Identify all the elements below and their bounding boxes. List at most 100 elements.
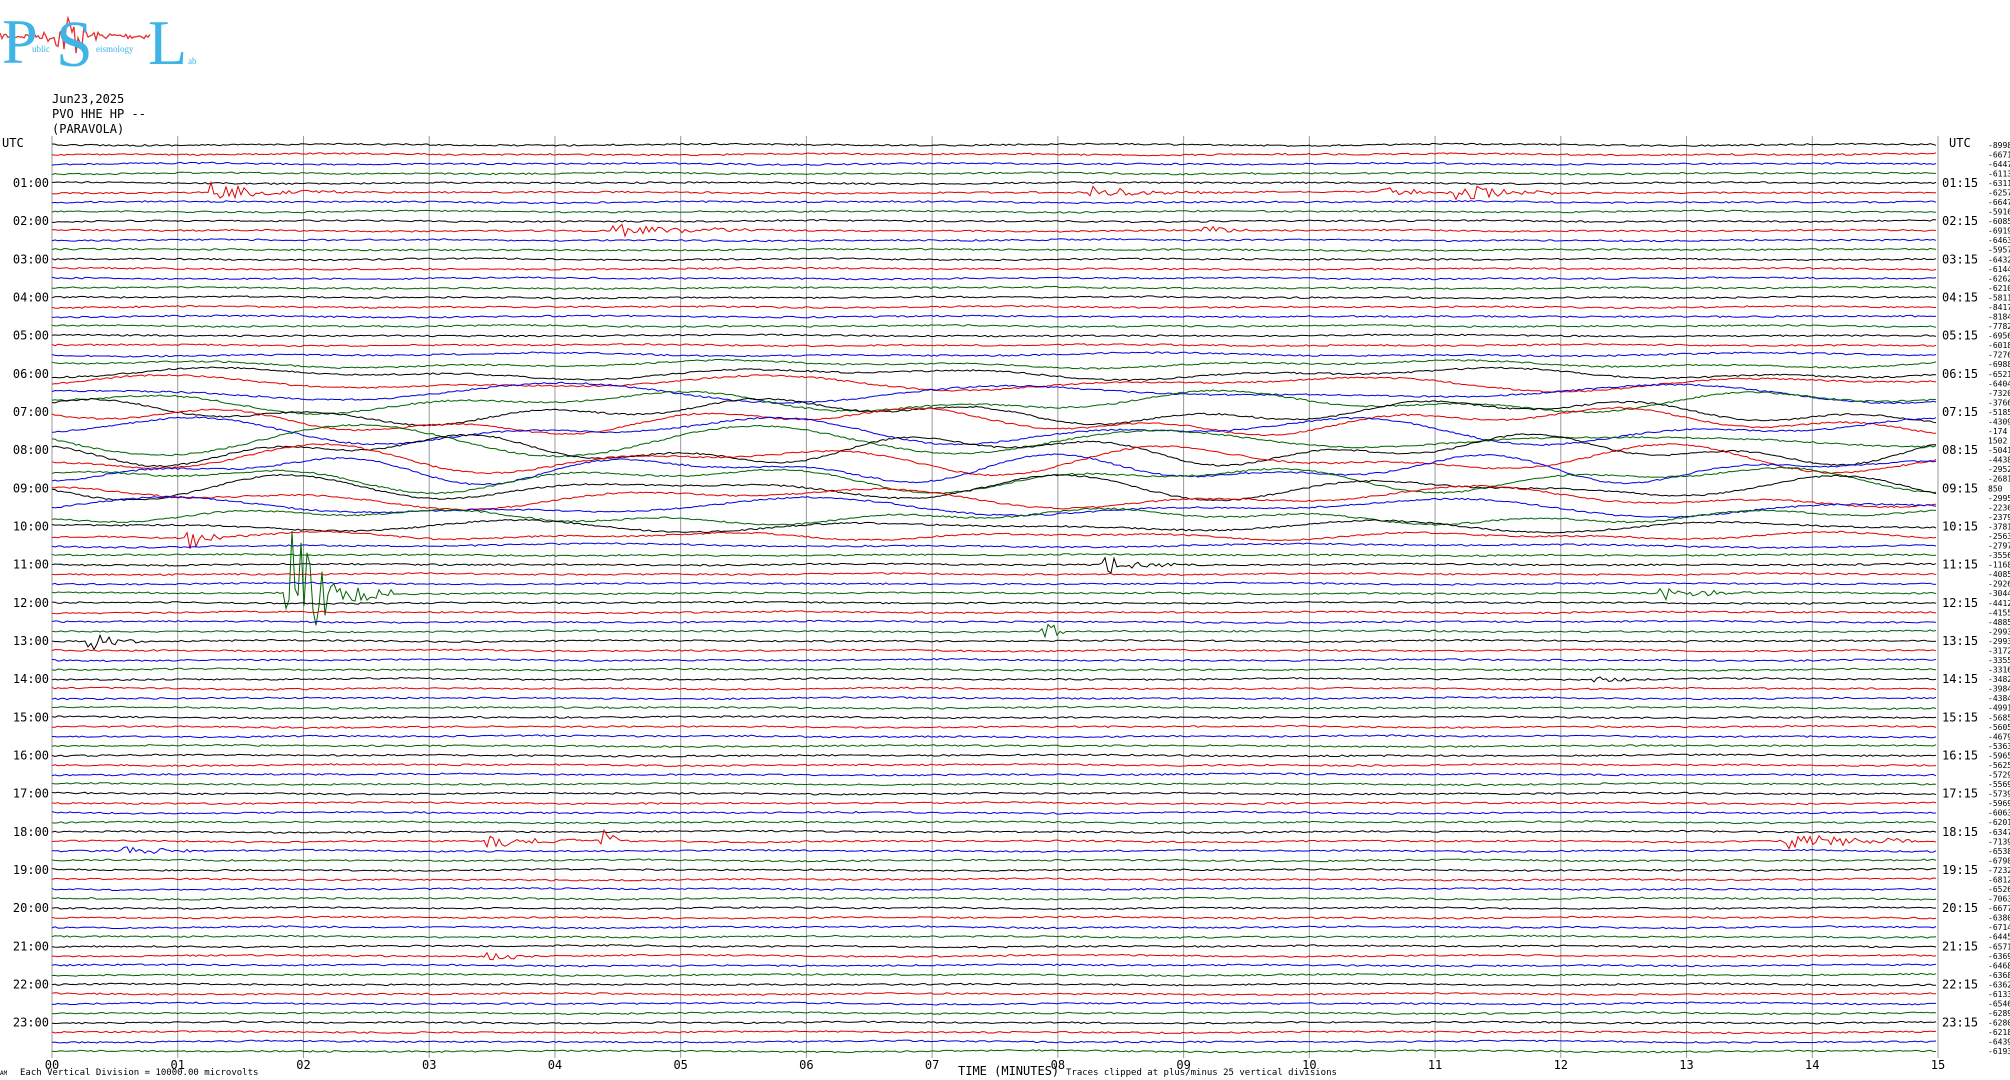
logo-subtext-3: ab xyxy=(188,56,197,66)
trace-row xyxy=(51,1030,1937,1035)
row-offset-label: -6210 xyxy=(1988,284,2010,293)
trace-row xyxy=(51,304,1937,309)
trace-row xyxy=(51,366,1937,382)
row-offset-label: -6468 xyxy=(1988,961,2010,970)
row-offset-label: -2993 xyxy=(1988,637,2010,646)
trace-row xyxy=(51,600,1937,605)
hour-label-left: 11:00 xyxy=(13,558,49,572)
x-tick-label: 14 xyxy=(1805,1058,1819,1072)
scale-note: Each Vertical Division = 10000.00 microv… xyxy=(20,1068,259,1078)
trace-row xyxy=(51,829,1937,834)
row-offset-label: -4384 xyxy=(1988,694,2010,703)
x-tick-label: 04 xyxy=(548,1058,562,1072)
trace-row xyxy=(51,676,1937,683)
trace-row xyxy=(51,314,1937,319)
hour-label-right: 04:15 xyxy=(1942,290,1978,304)
x-tick-label: 03 xyxy=(422,1058,436,1072)
row-offset-label: -4438 xyxy=(1988,456,2010,465)
psl-logo: P S L ublic eismology ab xyxy=(0,6,197,72)
hour-label-left: 10:00 xyxy=(13,519,49,533)
row-offset-label: -6521 xyxy=(1988,370,2010,379)
row-offset-label: -3172 xyxy=(1988,646,2010,655)
trace-row xyxy=(51,180,1937,186)
row-offset-label: -5685 xyxy=(1988,713,2010,722)
trace-row xyxy=(51,351,1937,358)
trace-row xyxy=(51,276,1937,281)
hour-label-left: 15:00 xyxy=(13,710,49,724)
row-offset-label: -6463 xyxy=(1988,236,2010,245)
row-offset-label: -6369 xyxy=(1988,952,2010,961)
row-offset-label: -6311 xyxy=(1988,179,2010,188)
trace-row xyxy=(51,753,1937,758)
hour-label-right: 22:15 xyxy=(1942,977,1978,991)
row-offset-label: -7320 xyxy=(1988,389,2010,398)
hour-label-right: 01:15 xyxy=(1942,176,1978,190)
trace-row xyxy=(51,772,1937,777)
header-location: (PARAVOLA) xyxy=(52,122,125,136)
trace-row xyxy=(51,542,1937,549)
row-offset-label: -5041 xyxy=(1988,446,2010,455)
hour-label-left: 07:00 xyxy=(13,405,49,419)
hour-label-right: 23:15 xyxy=(1942,1016,1978,1030)
trace-row xyxy=(51,556,1937,574)
row-offset-label: -6133 xyxy=(1988,990,2010,999)
row-offset-label: -3316 xyxy=(1988,666,2010,675)
trace-row xyxy=(51,944,1937,949)
row-offset-label: -4309 xyxy=(1988,417,2010,426)
row-offset-label: -6671 xyxy=(1988,150,2010,159)
trace-row xyxy=(51,553,1937,557)
hour-label-left: 14:00 xyxy=(13,672,49,686)
trace-row xyxy=(51,238,1937,243)
row-offset-label: -7276 xyxy=(1988,351,2010,360)
hour-label-left: 12:00 xyxy=(13,596,49,610)
row-offset-label: -6113 xyxy=(1988,169,2010,178)
logo-letter-l: L xyxy=(148,7,187,72)
hour-label-right: 07:15 xyxy=(1942,405,1978,419)
left-hour-labels: 01:00 02:00 03:00 04:00 05:00 06:00 07:00 08:00… xyxy=(13,176,49,1030)
x-axis-title: TIME (MINUTES) xyxy=(958,1064,1060,1078)
trace-row xyxy=(51,572,1937,576)
row-offset-label: -6262 xyxy=(1988,274,2010,283)
row-offset-label: -4885 xyxy=(1988,618,2010,627)
trace-row xyxy=(51,295,1937,300)
row-offset-label: -6677 xyxy=(1988,904,2010,913)
row-offset-label: -3044 xyxy=(1988,589,2010,598)
row-offset-label: -5569 xyxy=(1988,780,2010,789)
row-offset-label: -6445 xyxy=(1988,933,2010,942)
row-offset-label: -4679 xyxy=(1988,732,2010,741)
hour-label-left: 03:00 xyxy=(13,252,49,266)
trace-row xyxy=(51,333,1937,338)
trace-row xyxy=(51,820,1937,825)
hour-label-left: 17:00 xyxy=(13,787,49,801)
helicorder-plot: 01:00 02:00 03:00 04:00 05:00 06:00 07:00 08:00… xyxy=(13,136,2010,1072)
trace-row xyxy=(51,648,1937,653)
trace-row xyxy=(51,223,1937,238)
x-tick-label: 13 xyxy=(1679,1058,1693,1072)
trace-row xyxy=(51,982,1936,987)
hour-label-right: 17:15 xyxy=(1942,787,1978,801)
trace-row xyxy=(51,781,1937,787)
hour-label-left: 16:00 xyxy=(13,748,49,762)
row-offset-label: -2926 xyxy=(1988,580,2010,589)
header-channel: PVO HHE HP -- xyxy=(52,107,146,121)
x-tick-label: 06 xyxy=(799,1058,813,1072)
trace-row xyxy=(52,285,1937,290)
row-offset-label: -6956 xyxy=(1988,332,2010,341)
row-offset-label: -7782 xyxy=(1988,322,2010,331)
row-offset-label: -5965 xyxy=(1988,751,2010,760)
trace-row xyxy=(51,1020,1937,1025)
trace-row xyxy=(51,619,1937,624)
trace-row xyxy=(51,715,1937,720)
row-offset-label: -2563 xyxy=(1988,532,2010,541)
hour-label-right: 21:15 xyxy=(1942,939,1978,953)
row-offset-label: -6063 xyxy=(1988,809,2010,818)
row-offset-label: -6538 xyxy=(1988,847,2010,856)
trace-row xyxy=(51,266,1937,271)
trace-row xyxy=(51,724,1937,729)
row-offset-label: -6018 xyxy=(1988,341,2010,350)
hour-label-left: 09:00 xyxy=(13,481,49,495)
row-offset-label: -2379 xyxy=(1988,513,2010,522)
trace-row xyxy=(51,433,1936,468)
trace-row xyxy=(51,657,1937,663)
trace-row xyxy=(51,1049,1937,1054)
